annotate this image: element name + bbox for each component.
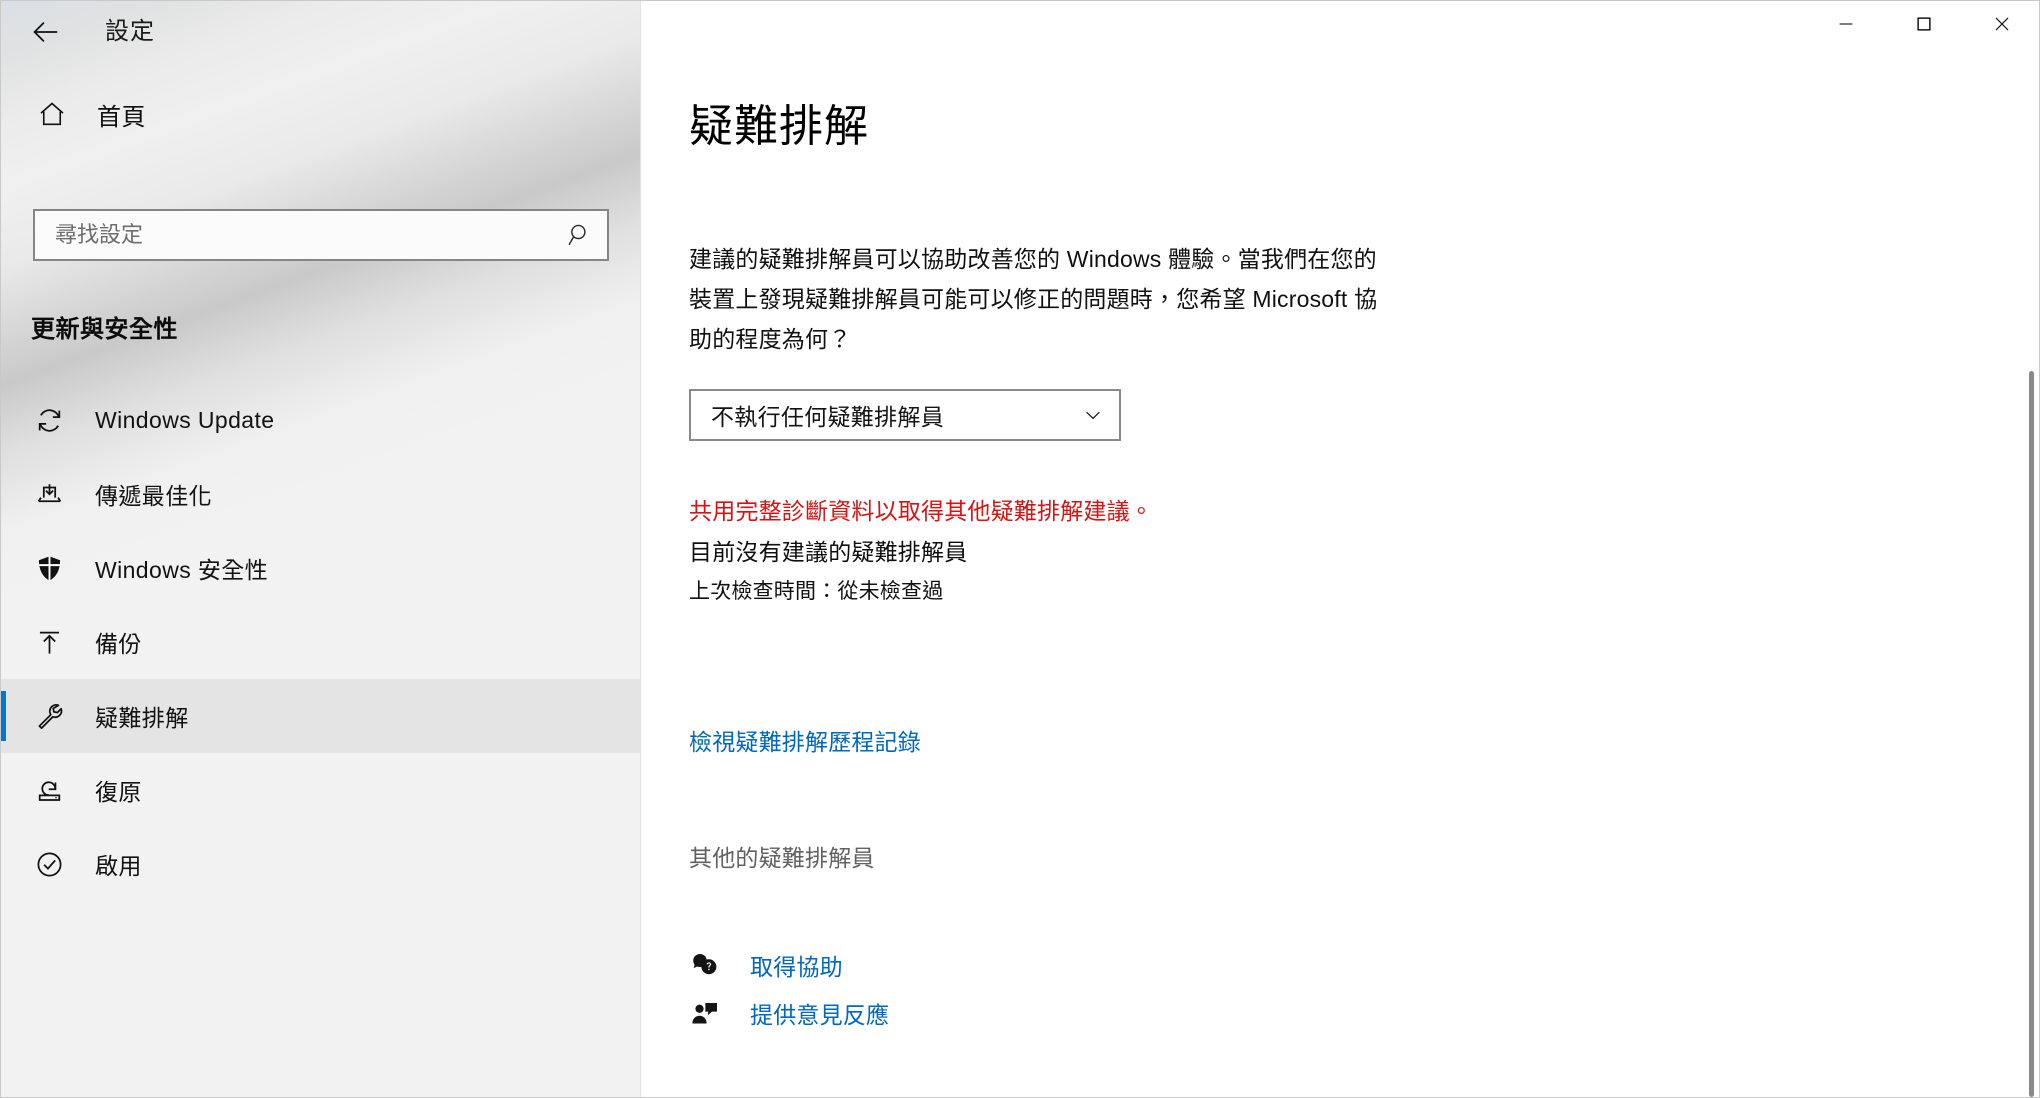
settings-window: 首頁 更新與安全性: [0, 0, 2040, 1098]
back-button[interactable]: [15, 1, 77, 63]
wrench-icon: [23, 701, 75, 732]
other-troubleshooters-heading: 其他的疑難排解員: [689, 839, 875, 873]
chevron-down-icon: [1067, 403, 1119, 427]
sidebar-item-label: Windows 安全性: [95, 551, 268, 585]
page-title: 疑難排解: [689, 103, 869, 151]
app-title: 設定: [105, 20, 155, 44]
delivery-optimization-icon: [23, 479, 75, 510]
shield-icon: [23, 553, 75, 584]
backup-upload-icon: [23, 627, 75, 658]
main-content: 疑難排解 建議的疑難排解員可以協助改善您的 Windows 體驗。當我們在您的裝…: [642, 1, 2039, 1097]
sidebar-item-label: 傳遞最佳化: [95, 477, 212, 511]
sidebar-item-home[interactable]: 首頁: [1, 89, 641, 139]
view-troubleshoot-history-link[interactable]: 檢視疑難排解歷程記錄: [689, 723, 921, 757]
maximize-button[interactable]: [1885, 1, 1963, 47]
title-bar: 設定: [1, 1, 2040, 63]
sidebar-item-label: 備份: [95, 625, 142, 659]
feedback-person-icon: [682, 998, 728, 1028]
search-input[interactable]: [35, 211, 553, 259]
sidebar: 首頁 更新與安全性: [1, 1, 641, 1097]
sidebar-nav: Windows Update 傳遞最佳化: [1, 383, 641, 901]
close-button[interactable]: [1963, 1, 2040, 47]
check-circle-icon: [23, 849, 75, 880]
sidebar-item-windows-update[interactable]: Windows Update: [1, 383, 641, 457]
sidebar-item-label: 啟用: [95, 847, 142, 881]
diagnostic-warning-text: 共用完整診斷資料以取得其他疑難排解建議。: [689, 492, 1153, 526]
sidebar-item-troubleshoot[interactable]: 疑難排解: [1, 679, 641, 753]
sidebar-item-home-label: 首頁: [97, 97, 146, 132]
title-bar-left: 設定: [1, 1, 641, 63]
get-help-link[interactable]: 取得協助: [682, 941, 843, 989]
sidebar-section-heading: 更新與安全性: [31, 309, 178, 344]
sidebar-item-activation[interactable]: 啟用: [1, 827, 641, 901]
help-bubble-icon: [682, 950, 728, 980]
last-checked-status: 上次檢查時間：從未檢查過: [689, 575, 943, 605]
help-link-label: 提供意見反應: [750, 996, 889, 1030]
content-scrollbar-track[interactable]: [2021, 63, 2039, 1097]
help-links-group: 取得協助 提供意見反應: [682, 941, 1382, 1037]
recovery-icon: [23, 775, 75, 806]
sidebar-item-label: Windows Update: [95, 407, 274, 434]
troubleshooter-preference-dropdown[interactable]: 不執行任何疑難排解員: [689, 389, 1121, 441]
home-icon: [25, 99, 79, 129]
dropdown-selected-value: 不執行任何疑難排解員: [691, 398, 1067, 432]
sidebar-item-label: 復原: [95, 773, 142, 807]
minimize-button[interactable]: [1807, 1, 1885, 47]
sidebar-item-recovery[interactable]: 復原: [1, 753, 641, 827]
sidebar-item-backup[interactable]: 備份: [1, 605, 641, 679]
search-box[interactable]: [33, 209, 609, 261]
intro-paragraph: 建議的疑難排解員可以協助改善您的 Windows 體驗。當我們在您的裝置上發現疑…: [689, 239, 1389, 359]
selection-accent: [1, 691, 6, 741]
search-icon[interactable]: [553, 211, 607, 259]
sidebar-item-windows-security[interactable]: Windows 安全性: [1, 531, 641, 605]
recommended-troubleshooter-status: 目前沒有建議的疑難排解員: [689, 533, 967, 567]
give-feedback-link[interactable]: 提供意見反應: [682, 989, 889, 1037]
refresh-icon: [23, 405, 75, 436]
content-scrollbar-thumb[interactable]: [2029, 371, 2034, 1097]
help-link-label: 取得協助: [750, 948, 843, 982]
sidebar-item-delivery-optimization[interactable]: 傳遞最佳化: [1, 457, 641, 531]
window-controls: [1807, 1, 2040, 63]
sidebar-item-label: 疑難排解: [95, 699, 189, 733]
